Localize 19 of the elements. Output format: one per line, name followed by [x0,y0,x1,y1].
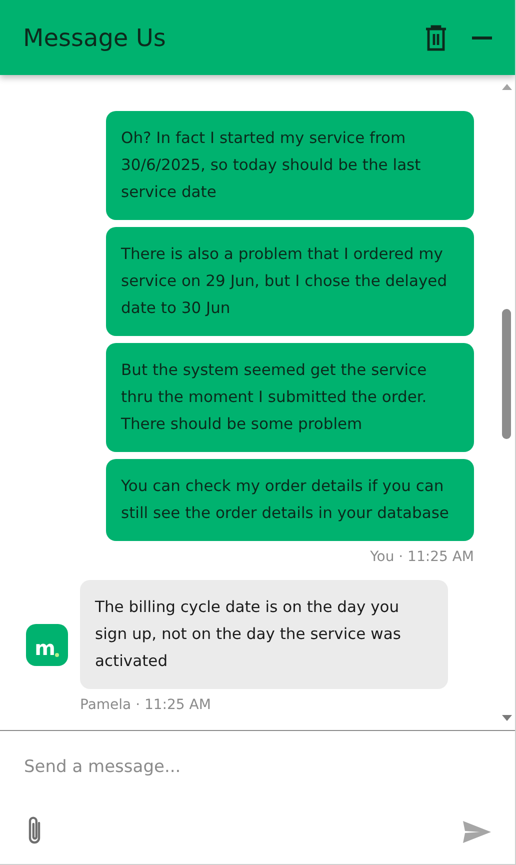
message-bubble: The billing cycle date is on the day you sign up, not on the day the service was activated [80,580,448,689]
send-button[interactable] [461,818,493,846]
agent-avatar: m [26,624,68,666]
paperclip-icon [27,815,43,845]
trash-icon [425,24,447,50]
message-bubble: Oh? In fact I started my service from 30/6/2025, so today should be the last service date [106,111,474,220]
delete-button[interactable] [423,22,449,52]
minimize-icon [472,36,492,40]
scroll-down-icon[interactable] [500,714,512,722]
scroll-up-icon[interactable] [500,83,512,91]
message-bubble: There is also a problem that I ordered my service on 29 Jun, but I chose the delayed date to 30 Jun [106,227,474,336]
message-bubble: But the system seemed get the service thru the moment I submitted the order. There should be some problem [106,343,474,452]
send-icon [462,820,492,844]
window-title: Message Us [23,22,167,54]
message-bubble: You can check my order details if you can still see the order details in your database [106,459,474,541]
scrollbar-thumb[interactable] [502,309,511,439]
message-meta: Pamela · 11:25 AM [80,696,212,715]
message-input[interactable]: Send a message... [24,755,491,780]
message-meta: You · 11:25 AM [370,548,474,567]
